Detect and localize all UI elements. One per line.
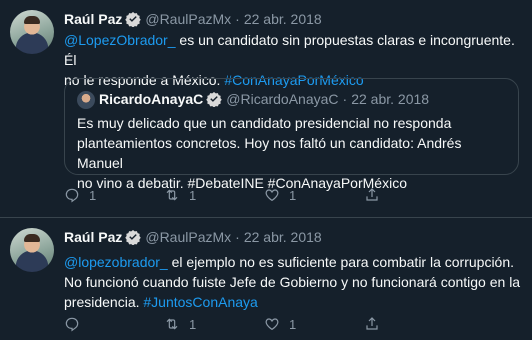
author-handle[interactable]: @RaulPazMx <box>145 229 231 245</box>
avatar[interactable] <box>10 10 54 54</box>
share-icon <box>366 317 378 330</box>
like-button[interactable]: 1 <box>264 316 364 332</box>
share-button[interactable] <box>364 316 464 332</box>
tweet-date[interactable]: 22 abr. 2018 <box>244 11 322 27</box>
reply-icon <box>65 188 79 203</box>
retweet-button[interactable]: 1 <box>164 316 264 332</box>
like-count: 1 <box>289 187 297 203</box>
separator-dot: · <box>235 11 240 27</box>
like-count: 1 <box>289 316 297 332</box>
mention-link[interactable]: @LopezObrador_ <box>64 32 176 48</box>
quoted-text-line2: planteamientos concretos. Hoy nos faltó … <box>77 135 462 171</box>
share-button[interactable] <box>364 187 464 203</box>
share-icon <box>366 188 378 201</box>
quoted-author-handle: @RicardoAnayaC <box>226 91 339 107</box>
mention-link[interactable]: @lopezobrador_ <box>64 254 168 270</box>
author-name[interactable]: Raúl Paz <box>64 11 122 27</box>
retweet-count: 1 <box>189 187 197 203</box>
quoted-avatar <box>77 91 95 109</box>
like-button[interactable]: 1 <box>264 187 364 203</box>
quoted-author-name: RicardoAnayaC <box>99 91 204 107</box>
tweet-text-line1: el ejemplo no es suficiente para combati… <box>167 254 515 270</box>
tweet[interactable]: Raúl Paz @RaulPazMx · 22 abr. 2018 @Lope… <box>0 0 532 217</box>
verified-badge-icon <box>125 230 142 245</box>
tweet-date[interactable]: 22 abr. 2018 <box>244 229 322 245</box>
retweet-button[interactable]: 1 <box>164 187 264 203</box>
heart-icon <box>265 318 279 331</box>
tweet-text-line3: presidencia. <box>64 294 144 310</box>
verified-badge-icon <box>206 92 222 107</box>
verified-badge-icon <box>125 12 142 27</box>
avatar-hair <box>24 16 40 24</box>
tweet-header: Raúl Paz @RaulPazMx · 22 abr. 2018 <box>64 229 322 245</box>
quoted-tweet[interactable]: RicardoAnayaC @RicardoAnayaC · 22 abr. 2… <box>64 78 519 191</box>
reply-button[interactable] <box>64 316 164 332</box>
heart-icon <box>265 189 279 202</box>
quoted-text-line1: Es muy delicado que un candidato preside… <box>77 115 452 131</box>
quoted-header: RicardoAnayaC @RicardoAnayaC · 22 abr. 2… <box>99 91 429 107</box>
tweet[interactable]: Raúl Paz @RaulPazMx · 22 abr. 2018 @lope… <box>0 217 532 340</box>
tweet-actions: 1 1 <box>64 316 464 332</box>
retweet-icon <box>166 318 178 330</box>
tweet-text-line2: No funcionó cuando fuiste Jefe de Gobier… <box>64 274 521 290</box>
hashtag-link[interactable]: #JuntosConAnaya <box>143 294 257 310</box>
author-handle[interactable]: @RaulPazMx <box>145 11 231 27</box>
tweet-header: Raúl Paz @RaulPazMx · 22 abr. 2018 <box>64 11 322 27</box>
retweet-count: 1 <box>189 316 197 332</box>
separator-dot: · <box>342 91 348 107</box>
avatar-hair <box>24 234 40 242</box>
reply-button[interactable]: 1 <box>64 187 164 203</box>
quoted-date: 22 abr. 2018 <box>351 91 430 107</box>
reply-count: 1 <box>89 187 97 203</box>
avatar[interactable] <box>10 228 54 272</box>
quoted-text: Es muy delicado que un candidato preside… <box>77 113 507 193</box>
author-name[interactable]: Raúl Paz <box>64 229 122 245</box>
reply-icon <box>65 317 79 332</box>
separator-dot: · <box>235 229 240 245</box>
tweet-text: @lopezobrador_ el ejemplo no es suficien… <box>64 252 524 312</box>
retweet-icon <box>166 189 178 201</box>
tweet-actions: 1 1 1 <box>64 187 464 203</box>
